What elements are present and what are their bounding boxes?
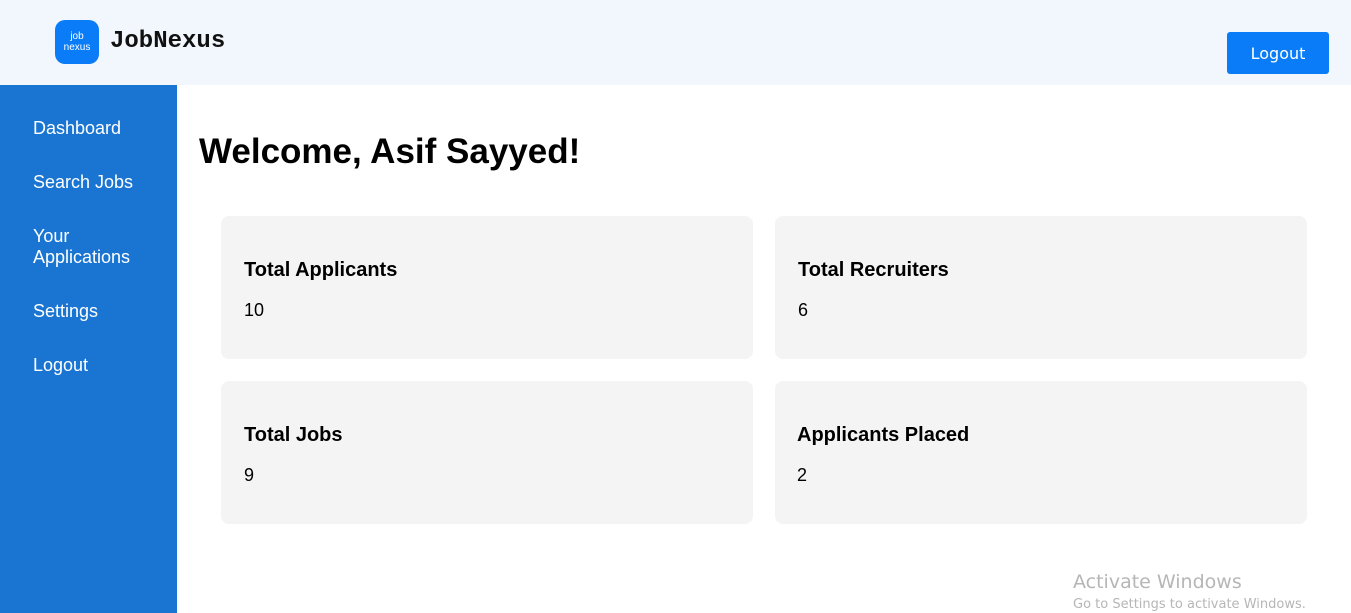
stat-card-total-jobs: Total Jobs 9 [221,381,753,524]
logo-text-line2: nexus [63,42,91,53]
activate-windows-watermark-title: Activate Windows [1073,571,1242,593]
sidebar-item-logout[interactable]: Logout [33,355,163,376]
stat-card-applicants-placed: Applicants Placed 2 [775,381,1307,524]
stat-value: 10 [244,300,265,320]
stat-card-total-applicants: Total Applicants 10 [221,216,753,359]
top-header: job nexus JobNexus Logout [0,0,1351,85]
jobnexus-logo-icon[interactable]: job nexus [55,20,99,64]
sidebar-item-dashboard[interactable]: Dashboard [33,118,163,139]
stat-label: Total Applicants [244,259,398,281]
stat-value: 6 [798,300,809,320]
activate-windows-watermark-subtitle: Go to Settings to activate Windows. [1073,597,1306,612]
sidebar: Dashboard Search Jobs Your Applications … [0,85,177,613]
sidebar-item-settings[interactable]: Settings [33,301,163,322]
brand-name[interactable]: JobNexus [110,28,225,55]
stat-value: 2 [797,465,808,485]
logo-text-line1: job [70,31,84,42]
header-logout-button[interactable]: Logout [1227,32,1329,74]
page-title: Welcome, Asif Sayyed! [199,132,581,171]
sidebar-item-your-applications[interactable]: Your Applications [33,226,143,268]
stat-card-total-recruiters: Total Recruiters 6 [775,216,1307,359]
stat-label: Total Recruiters [798,259,949,281]
stat-label: Applicants Placed [797,424,970,446]
stat-value: 9 [244,465,255,485]
sidebar-item-search-jobs[interactable]: Search Jobs [33,172,163,193]
stat-label: Total Jobs [244,424,343,446]
